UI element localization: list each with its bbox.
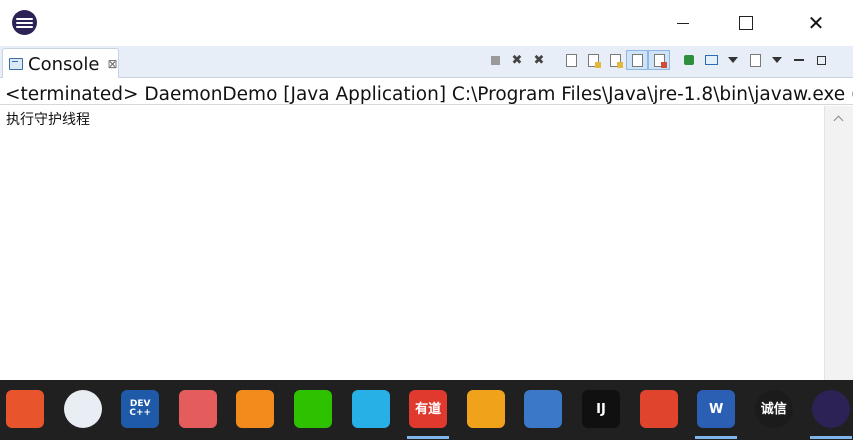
word-label: W <box>709 401 724 417</box>
console-output[interactable]: 执行守护线程 <box>0 106 824 380</box>
window-tool-icon[interactable] <box>466 390 505 428</box>
eclipse-taskbar-icon[interactable] <box>812 390 851 428</box>
running-indicator <box>407 436 450 439</box>
remove-all-terminated-icon[interactable]: ✖ <box>528 50 550 70</box>
search-app-icon[interactable] <box>236 390 275 428</box>
scroll-up-icon[interactable] <box>833 114 845 126</box>
title-bar: ✕ <box>0 0 853 46</box>
browser-app-icon[interactable] <box>63 390 102 428</box>
office-tool-icon[interactable] <box>6 390 44 428</box>
show-on-stderr-icon[interactable] <box>648 50 670 70</box>
console-output-text: 执行守护线程 <box>6 112 90 128</box>
display-console-dropdown-icon[interactable] <box>722 50 744 70</box>
console-description: <terminated> DaemonDemo [Java Applicatio… <box>0 78 853 105</box>
scroll-lock-icon[interactable] <box>582 50 604 70</box>
word-icon[interactable]: W <box>697 390 736 428</box>
video-player-icon[interactable] <box>351 390 390 428</box>
eclipse-logo-icon <box>12 10 37 35</box>
minimize-icon[interactable] <box>788 50 810 70</box>
minimize-window-button[interactable] <box>660 0 706 46</box>
devcpp-icon[interactable]: DEV C++ <box>121 390 160 428</box>
intellij-label: IJ <box>596 401 606 417</box>
open-console-icon[interactable] <box>744 50 766 70</box>
maximize-window-button[interactable] <box>723 0 769 46</box>
console-toolbar: ✖ ✖ <box>484 50 832 70</box>
maximize-icon[interactable] <box>810 50 832 70</box>
devcpp-label: DEV C++ <box>129 399 152 418</box>
open-console-dropdown-icon[interactable] <box>766 50 788 70</box>
clear-console-icon[interactable] <box>560 50 582 70</box>
close-tab-icon[interactable]: ⊠ <box>107 57 117 71</box>
console-description-text: <terminated> DaemonDemo [Java Applicatio… <box>5 84 853 105</box>
network-icon[interactable] <box>524 390 563 428</box>
word-wrap-icon[interactable] <box>604 50 626 70</box>
display-console-icon[interactable] <box>700 50 722 70</box>
intellij-icon[interactable]: IJ <box>582 390 620 428</box>
calligraphy-app-label: 诚信 <box>760 401 787 417</box>
terminate-icon[interactable] <box>484 50 506 70</box>
youdao-label: 有道 <box>415 401 442 417</box>
remove-launch-icon[interactable]: ✖ <box>506 50 528 70</box>
swirl-app-icon[interactable] <box>639 390 678 428</box>
pin-console-icon[interactable] <box>678 50 700 70</box>
show-on-stdout-icon[interactable] <box>626 50 648 70</box>
calligraphy-app-icon[interactable]: 诚信 <box>754 390 793 428</box>
wechat-icon[interactable] <box>294 390 332 428</box>
vertical-scrollbar[interactable] <box>824 106 853 380</box>
close-window-button[interactable]: ✕ <box>793 0 839 46</box>
running-indicator <box>695 436 738 439</box>
console-icon <box>9 58 23 70</box>
taskbar: DEV C++ 有道 IJ W 诚信 <box>0 380 853 440</box>
tab-console[interactable]: Console ⊠ <box>2 48 119 79</box>
youdao-icon[interactable]: 有道 <box>409 390 448 428</box>
notes-app-icon[interactable] <box>178 390 217 428</box>
running-indicator <box>810 436 853 439</box>
tab-console-label: Console <box>28 53 100 75</box>
